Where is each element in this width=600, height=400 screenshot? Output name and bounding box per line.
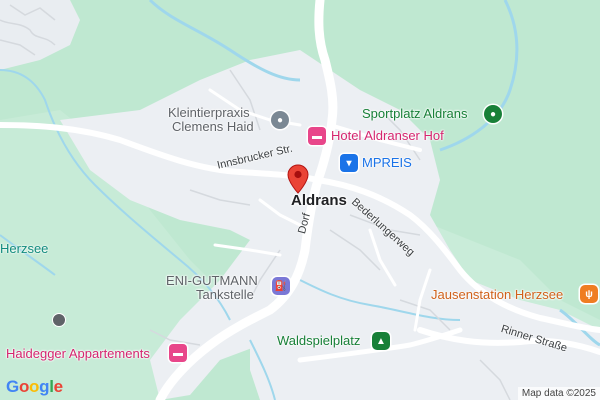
- place-kleintierpraxis-line2[interactable]: Clemens Haid: [172, 119, 254, 134]
- hotel-icon[interactable]: ▬: [169, 344, 187, 362]
- logo-letter: o: [18, 377, 30, 396]
- camera-icon[interactable]: [52, 313, 66, 327]
- logo-letter: e: [53, 377, 63, 396]
- park-pin-icon[interactable]: ●: [484, 105, 502, 123]
- place-herzsee-label[interactable]: Herzsee: [0, 241, 48, 256]
- place-haidegger-label[interactable]: Haidegger Appartements: [6, 346, 150, 361]
- town-label[interactable]: Aldrans: [291, 192, 347, 210]
- gas-station-icon[interactable]: ⛽: [272, 277, 290, 295]
- place-sportplatz-label[interactable]: Sportplatz Aldrans: [362, 106, 468, 121]
- vet-icon[interactable]: ●: [271, 111, 289, 129]
- location-pin-icon[interactable]: [287, 164, 309, 194]
- place-hotel-label[interactable]: Hotel Aldranser Hof: [331, 128, 444, 143]
- place-eni-line2[interactable]: Tankstelle: [196, 287, 254, 302]
- logo-letter: o: [29, 377, 40, 396]
- map-canvas[interactable]: Kleintierpraxis Clemens Haid ● ▬ Hotel A…: [0, 0, 600, 400]
- map-attribution[interactable]: Map data ©2025: [517, 387, 600, 400]
- logo-letter: g: [39, 377, 50, 396]
- hotel-icon[interactable]: ▬: [308, 127, 326, 145]
- shopping-cart-icon[interactable]: ▾: [340, 154, 358, 172]
- google-logo[interactable]: Google: [6, 377, 63, 397]
- place-waldspielplatz-label[interactable]: Waldspielplatz: [277, 333, 360, 348]
- place-jausenstation-label[interactable]: Jausenstation Herzsee: [431, 287, 563, 302]
- tree-icon[interactable]: ▲: [372, 332, 390, 350]
- logo-letter: G: [6, 377, 19, 396]
- place-mpreis-label[interactable]: MPREIS: [362, 155, 412, 170]
- restaurant-icon[interactable]: ψ: [580, 285, 598, 303]
